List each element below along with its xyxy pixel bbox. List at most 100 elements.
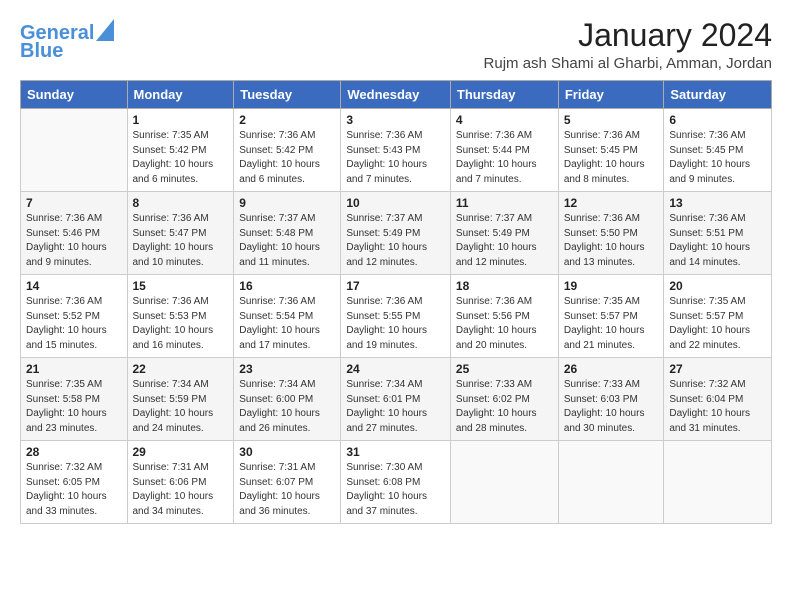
day-info: Sunrise: 7:36 AM Sunset: 5:43 PM Dayligh… — [346, 129, 445, 187]
week-row-2: 7Sunrise: 7:36 AM Sunset: 5:46 PM Daylig… — [21, 192, 772, 275]
month-title: January 2024 — [484, 18, 772, 53]
day-number: 16 — [239, 279, 335, 293]
day-number: 3 — [346, 113, 445, 127]
day-info: Sunrise: 7:31 AM Sunset: 6:06 PM Dayligh… — [133, 461, 229, 519]
col-friday: Friday — [558, 81, 664, 109]
day-number: 10 — [346, 196, 445, 210]
day-info: Sunrise: 7:36 AM Sunset: 5:44 PM Dayligh… — [456, 129, 553, 187]
week-row-4: 21 Sunrise: 7:35 AM Sunset: 5:58 PM Dayli… — [21, 358, 772, 441]
day-number: 30 — [239, 445, 335, 459]
day-info: Sunrise: 7:37 AM Sunset: 5:49 PM Dayligh… — [456, 212, 553, 270]
day-info: Sunrise: 7:33 AM Sunset: 6:03 PM Dayligh… — [564, 378, 659, 436]
day-info: Sunrise: 7:32 AM Sunset: 6:05 PM Dayligh… — [26, 461, 122, 519]
day-number: 23 — [239, 362, 335, 376]
day-info: Sunrise: 7:35 AM Sunset: 5:57 PM Dayligh… — [669, 295, 766, 353]
day-cell: 11 Sunrise: 7:37 AM Sunset: 5:49 PM Dayli… — [450, 192, 558, 275]
header-row: Sunday Monday Tuesday Wednesday Thursday… — [21, 81, 772, 109]
day-info: Sunrise: 7:36 AM Sunset: 5:51 PM Dayligh… — [669, 212, 766, 270]
week-row-3: 14 Sunrise: 7:36 AM Sunset: 5:52 PM Dayli… — [21, 275, 772, 358]
day-cell: 24 Sunrise: 7:34 AM Sunset: 6:01 PM Dayli… — [341, 358, 451, 441]
day-info: Sunrise: 7:36 AM Sunset: 5:50 PM Dayligh… — [564, 212, 659, 270]
day-number: 2 — [239, 113, 335, 127]
day-number: 7 — [26, 196, 122, 210]
day-number: 28 — [26, 445, 122, 459]
day-cell: 4 Sunrise: 7:36 AM Sunset: 5:44 PM Daylig… — [450, 109, 558, 192]
week-row-5: 28 Sunrise: 7:32 AM Sunset: 6:05 PM Dayli… — [21, 441, 772, 524]
day-info: Sunrise: 7:36 AM Sunset: 5:42 PM Dayligh… — [239, 129, 335, 187]
day-cell: 1Sunrise: 7:35 AM Sunset: 5:42 PM Daylig… — [127, 109, 234, 192]
day-info: Sunrise: 7:36 AM Sunset: 5:47 PM Dayligh… — [133, 212, 229, 270]
day-cell: 5 Sunrise: 7:36 AM Sunset: 5:45 PM Daylig… — [558, 109, 664, 192]
col-monday: Monday — [127, 81, 234, 109]
day-cell: 7Sunrise: 7:36 AM Sunset: 5:46 PM Daylig… — [21, 192, 128, 275]
day-cell: 22Sunrise: 7:34 AM Sunset: 5:59 PM Dayli… — [127, 358, 234, 441]
day-info: Sunrise: 7:34 AM Sunset: 6:00 PM Dayligh… — [239, 378, 335, 436]
day-info: Sunrise: 7:35 AM Sunset: 5:58 PM Dayligh… — [26, 378, 122, 436]
day-number: 12 — [564, 196, 659, 210]
day-number: 13 — [669, 196, 766, 210]
day-cell: 18 Sunrise: 7:36 AM Sunset: 5:56 PM Dayli… — [450, 275, 558, 358]
day-cell: 12 Sunrise: 7:36 AM Sunset: 5:50 PM Dayli… — [558, 192, 664, 275]
day-cell: 9 Sunrise: 7:37 AM Sunset: 5:48 PM Daylig… — [234, 192, 341, 275]
day-cell — [558, 441, 664, 524]
day-cell: 8 Sunrise: 7:36 AM Sunset: 5:47 PM Daylig… — [127, 192, 234, 275]
day-info: Sunrise: 7:37 AM Sunset: 5:49 PM Dayligh… — [346, 212, 445, 270]
day-number: 19 — [564, 279, 659, 293]
day-info: Sunrise: 7:36 AM Sunset: 5:45 PM Dayligh… — [669, 129, 766, 187]
day-info: Sunrise: 7:35 AM Sunset: 5:42 PM Dayligh… — [133, 129, 229, 187]
day-number: 27 — [669, 362, 766, 376]
day-cell: 29 Sunrise: 7:31 AM Sunset: 6:06 PM Dayli… — [127, 441, 234, 524]
col-tuesday: Tuesday — [234, 81, 341, 109]
day-cell: 16 Sunrise: 7:36 AM Sunset: 5:54 PM Dayli… — [234, 275, 341, 358]
day-number: 24 — [346, 362, 445, 376]
day-number: 14 — [26, 279, 122, 293]
day-number: 15 — [133, 279, 229, 293]
day-number: 18 — [456, 279, 553, 293]
day-cell: 19 Sunrise: 7:35 AM Sunset: 5:57 PM Dayli… — [558, 275, 664, 358]
day-info: Sunrise: 7:36 AM Sunset: 5:52 PM Dayligh… — [26, 295, 122, 353]
day-number: 8 — [133, 196, 229, 210]
day-number: 9 — [239, 196, 335, 210]
day-number: 31 — [346, 445, 445, 459]
week-row-1: 1Sunrise: 7:35 AM Sunset: 5:42 PM Daylig… — [21, 109, 772, 192]
day-cell: 17Sunrise: 7:36 AM Sunset: 5:55 PM Dayli… — [341, 275, 451, 358]
calendar-table: Sunday Monday Tuesday Wednesday Thursday… — [20, 80, 772, 524]
title-block: January 2024 Rujm ash Shami al Gharbi, A… — [484, 18, 772, 72]
day-cell: 21 Sunrise: 7:35 AM Sunset: 5:58 PM Dayli… — [21, 358, 128, 441]
day-number: 29 — [133, 445, 229, 459]
day-info: Sunrise: 7:32 AM Sunset: 6:04 PM Dayligh… — [669, 378, 766, 436]
page-container: General Blue January 2024 Rujm ash Shami… — [0, 0, 792, 534]
day-info: Sunrise: 7:30 AM Sunset: 6:08 PM Dayligh… — [346, 461, 445, 519]
day-number: 25 — [456, 362, 553, 376]
day-cell — [664, 441, 772, 524]
day-cell: 20 Sunrise: 7:35 AM Sunset: 5:57 PM Dayli… — [664, 275, 772, 358]
day-cell: 26Sunrise: 7:33 AM Sunset: 6:03 PM Dayli… — [558, 358, 664, 441]
day-info: Sunrise: 7:36 AM Sunset: 5:45 PM Dayligh… — [564, 129, 659, 187]
col-sunday: Sunday — [21, 81, 128, 109]
day-cell: 31 Sunrise: 7:30 AM Sunset: 6:08 PM Dayli… — [341, 441, 451, 524]
day-number: 21 — [26, 362, 122, 376]
day-info: Sunrise: 7:36 AM Sunset: 5:54 PM Dayligh… — [239, 295, 335, 353]
day-cell — [21, 109, 128, 192]
day-number: 11 — [456, 196, 553, 210]
logo-text-blue: Blue — [20, 40, 63, 62]
day-info: Sunrise: 7:34 AM Sunset: 6:01 PM Dayligh… — [346, 378, 445, 436]
day-number: 5 — [564, 113, 659, 127]
day-cell: 2 Sunrise: 7:36 AM Sunset: 5:42 PM Daylig… — [234, 109, 341, 192]
day-cell: 23 Sunrise: 7:34 AM Sunset: 6:00 PM Dayli… — [234, 358, 341, 441]
day-cell: 27 Sunrise: 7:32 AM Sunset: 6:04 PM Dayli… — [664, 358, 772, 441]
day-number: 20 — [669, 279, 766, 293]
logo-icon — [96, 19, 114, 41]
day-info: Sunrise: 7:31 AM Sunset: 6:07 PM Dayligh… — [239, 461, 335, 519]
day-info: Sunrise: 7:37 AM Sunset: 5:48 PM Dayligh… — [239, 212, 335, 270]
day-number: 4 — [456, 113, 553, 127]
col-wednesday: Wednesday — [341, 81, 451, 109]
day-number: 17 — [346, 279, 445, 293]
col-saturday: Saturday — [664, 81, 772, 109]
day-cell: 10 Sunrise: 7:37 AM Sunset: 5:49 PM Dayli… — [341, 192, 451, 275]
logo: General Blue — [20, 22, 114, 62]
day-info: Sunrise: 7:34 AM Sunset: 5:59 PM Dayligh… — [133, 378, 229, 436]
day-info: Sunrise: 7:35 AM Sunset: 5:57 PM Dayligh… — [564, 295, 659, 353]
day-cell: 30 Sunrise: 7:31 AM Sunset: 6:07 PM Dayli… — [234, 441, 341, 524]
day-info: Sunrise: 7:36 AM Sunset: 5:56 PM Dayligh… — [456, 295, 553, 353]
